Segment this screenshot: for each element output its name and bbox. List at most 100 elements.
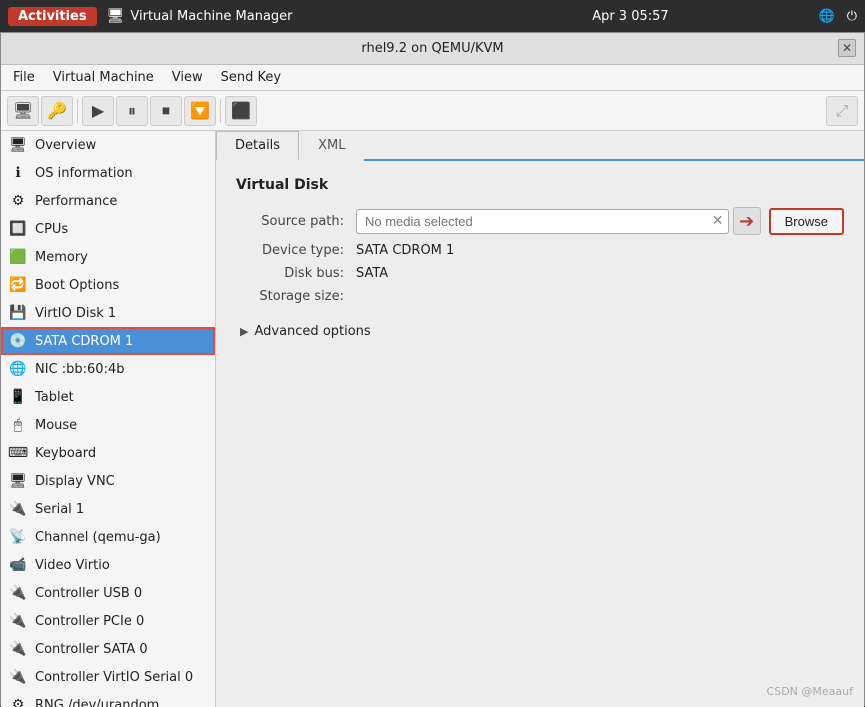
sidebar-item-performance[interactable]: ⚙ Performance bbox=[1, 187, 215, 215]
sidebar-item-overview[interactable]: 🖥 Overview bbox=[1, 131, 215, 159]
sidebar-item-controller-pcie[interactable]: 🔌 Controller PCIe 0 bbox=[1, 607, 215, 635]
source-path-input[interactable] bbox=[357, 210, 708, 233]
sidebar-item-controller-sata[interactable]: 🔌 Controller SATA 0 bbox=[1, 635, 215, 663]
display-vnc-icon: 🖥 bbox=[9, 472, 27, 490]
nic-icon: 🌐 bbox=[9, 360, 27, 378]
toolbar: 🖥 🔑 ▶ ⏸ ⏹ 🔽 ⬛ ⤢ bbox=[1, 91, 864, 131]
arrow-button[interactable]: ➔ bbox=[733, 207, 761, 235]
performance-icon: ⚙ bbox=[9, 192, 27, 210]
sidebar-item-label: VirtIO Disk 1 bbox=[35, 306, 116, 321]
sidebar-item-os-information[interactable]: ℹ OS information bbox=[1, 159, 215, 187]
sidebar-item-label: SATA CDROM 1 bbox=[35, 334, 133, 349]
memory-icon: 🟩 bbox=[9, 248, 27, 266]
rng-icon: ⚙ bbox=[9, 696, 27, 707]
sidebar-item-serial1[interactable]: 🔌 Serial 1 bbox=[1, 495, 215, 523]
toolbar-separator-1 bbox=[77, 99, 78, 123]
sidebar-item-label: Channel (qemu-ga) bbox=[35, 530, 161, 545]
toolbar-key-btn[interactable]: 🔑 bbox=[41, 96, 73, 126]
content-area: Details XML Virtual Disk Source path: ✕ … bbox=[216, 131, 864, 707]
menu-virtual-machine[interactable]: Virtual Machine bbox=[45, 68, 162, 87]
clear-source-button[interactable]: ✕ bbox=[708, 211, 728, 231]
sidebar-item-display-vnc[interactable]: 🖥 Display VNC bbox=[1, 467, 215, 495]
activities-button[interactable]: Activities bbox=[8, 7, 97, 26]
menu-bar: File Virtual Machine View Send Key bbox=[1, 65, 864, 91]
device-type-row: Device type: SATA CDROM 1 bbox=[236, 243, 844, 258]
controller-pcie-icon: 🔌 bbox=[9, 612, 27, 630]
sidebar-item-label: Controller PCIe 0 bbox=[35, 614, 144, 629]
sidebar-item-cpus[interactable]: 🔲 CPUs bbox=[1, 215, 215, 243]
sidebar-item-label: Display VNC bbox=[35, 474, 115, 489]
sidebar-item-label: Controller VirtIO Serial 0 bbox=[35, 670, 193, 685]
tablet-icon: 📱 bbox=[9, 388, 27, 406]
keyboard-icon: ⌨ bbox=[9, 444, 27, 462]
vm-manager-label: 🖥 Virtual Machine Manager bbox=[107, 8, 293, 24]
boot-options-icon: 🔁 bbox=[9, 276, 27, 294]
sidebar-item-nic[interactable]: 🌐 NIC :bb:60:4b bbox=[1, 355, 215, 383]
advanced-options-toggle[interactable]: ▶ Advanced options bbox=[236, 320, 844, 343]
menu-file[interactable]: File bbox=[5, 68, 43, 87]
browse-button[interactable]: Browse bbox=[769, 208, 844, 235]
menu-send-key[interactable]: Send Key bbox=[213, 68, 289, 87]
source-path-input-wrap: ✕ bbox=[356, 209, 729, 234]
sidebar-item-video-virtio[interactable]: 📹 Video Virtio bbox=[1, 551, 215, 579]
sidebar-item-label: Performance bbox=[35, 194, 117, 209]
watermark: CSDN @Meaauf bbox=[767, 685, 853, 698]
storage-size-label: Storage size: bbox=[236, 289, 356, 304]
serial1-icon: 🔌 bbox=[9, 500, 27, 518]
sidebar-item-keyboard[interactable]: ⌨ Keyboard bbox=[1, 439, 215, 467]
toolbar-stop-btn[interactable]: ⏹ bbox=[150, 96, 182, 126]
storage-size-row: Storage size: bbox=[236, 289, 844, 304]
tab-bar: Details XML bbox=[216, 131, 864, 161]
titlebar: rhel9.2 on QEMU/KVM ✕ bbox=[1, 33, 864, 65]
sidebar-item-label: CPUs bbox=[35, 222, 68, 237]
sidebar-item-mouse[interactable]: 🖱 Mouse bbox=[1, 411, 215, 439]
os-info-icon: ℹ bbox=[9, 164, 27, 182]
topbar-icons: 🌐 ⏻ bbox=[819, 9, 857, 24]
sidebar-item-label: Controller SATA 0 bbox=[35, 642, 148, 657]
controller-sata-icon: 🔌 bbox=[9, 640, 27, 658]
sidebar-item-boot-options[interactable]: 🔁 Boot Options bbox=[1, 271, 215, 299]
sidebar-item-virtio-disk[interactable]: 💾 VirtIO Disk 1 bbox=[1, 299, 215, 327]
sidebar-item-tablet[interactable]: 📱 Tablet bbox=[1, 383, 215, 411]
device-type-value: SATA CDROM 1 bbox=[356, 243, 454, 258]
toolbar-pause-btn[interactable]: ⏸ bbox=[116, 96, 148, 126]
sidebar-item-label: Controller USB 0 bbox=[35, 586, 142, 601]
disk-bus-row: Disk bus: SATA bbox=[236, 266, 844, 281]
sidebar-item-controller-usb[interactable]: 🔌 Controller USB 0 bbox=[1, 579, 215, 607]
virtio-disk-icon: 💾 bbox=[9, 304, 27, 322]
toolbar-resize-btn[interactable]: ⤢ bbox=[826, 96, 858, 126]
sidebar-item-sata-cdrom[interactable]: 💿 SATA CDROM 1 bbox=[1, 327, 215, 355]
top-bar: Activities 🖥 Virtual Machine Manager Apr… bbox=[0, 0, 865, 32]
toolbar-play-btn[interactable]: ▶ bbox=[82, 96, 114, 126]
close-button[interactable]: ✕ bbox=[838, 39, 856, 57]
device-type-label: Device type: bbox=[236, 243, 356, 258]
sidebar-item-label: Mouse bbox=[35, 418, 77, 433]
menu-view[interactable]: View bbox=[164, 68, 211, 87]
tab-xml[interactable]: XML bbox=[299, 131, 364, 161]
sidebar-item-memory[interactable]: 🟩 Memory bbox=[1, 243, 215, 271]
toolbar-dropdown-btn[interactable]: 🔽 bbox=[184, 96, 216, 126]
channel-qemu-icon: 📡 bbox=[9, 528, 27, 546]
virtual-disk-panel: Virtual Disk Source path: ✕ ➔ Browse Dev… bbox=[216, 161, 864, 359]
controller-virtio-serial-icon: 🔌 bbox=[9, 668, 27, 686]
tab-details[interactable]: Details bbox=[216, 131, 299, 161]
toolbar-monitor-btn[interactable]: 🖥 bbox=[7, 96, 39, 126]
sidebar-item-label: NIC :bb:60:4b bbox=[35, 362, 124, 377]
sidebar-item-controller-virtio-serial[interactable]: 🔌 Controller VirtIO Serial 0 bbox=[1, 663, 215, 691]
section-title: Virtual Disk bbox=[236, 177, 844, 193]
power-icon[interactable]: ⏻ bbox=[847, 9, 857, 24]
sidebar-item-label: Video Virtio bbox=[35, 558, 110, 573]
sidebar-item-label: Keyboard bbox=[35, 446, 96, 461]
network-icon[interactable]: 🌐 bbox=[819, 9, 835, 24]
cpus-icon: 🔲 bbox=[9, 220, 27, 238]
video-virtio-icon: 📹 bbox=[9, 556, 27, 574]
sidebar-item-channel-qemu[interactable]: 📡 Channel (qemu-ga) bbox=[1, 523, 215, 551]
sidebar-item-label: Boot Options bbox=[35, 278, 119, 293]
source-path-row: Source path: ✕ ➔ Browse bbox=[236, 207, 844, 235]
sidebar-item-rng[interactable]: ⚙ RNG /dev/urandom bbox=[1, 691, 215, 707]
sidebar: 🖥 Overview ℹ OS information ⚙ Performanc… bbox=[1, 131, 216, 707]
advanced-options-label: Advanced options bbox=[254, 324, 370, 339]
toolbar-fullscreen-btn[interactable]: ⬛ bbox=[225, 96, 257, 126]
overview-icon: 🖥 bbox=[9, 136, 27, 154]
sidebar-item-label: Tablet bbox=[35, 390, 74, 405]
